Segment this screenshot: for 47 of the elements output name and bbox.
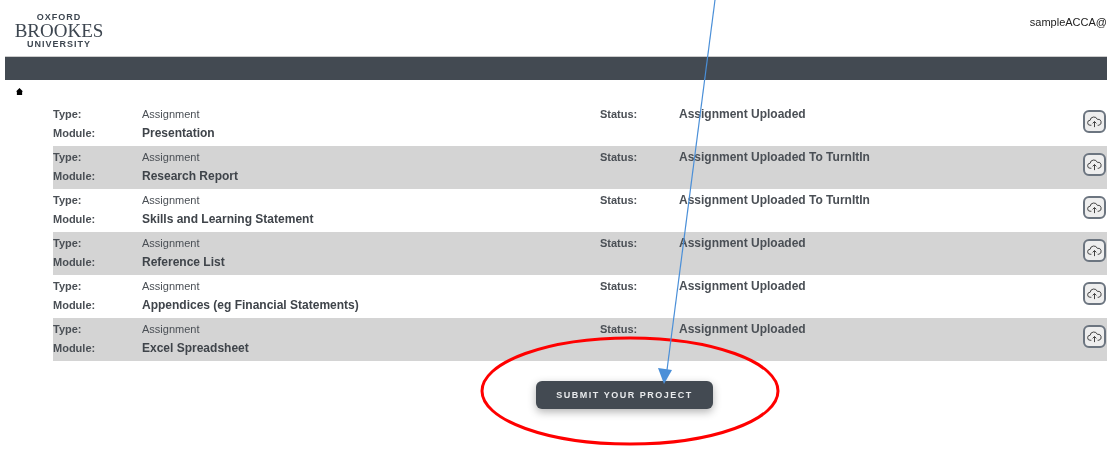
type-label: Type: [53, 150, 83, 163]
module-name: Presentation [142, 125, 216, 140]
cloud-upload-icon [1087, 114, 1102, 128]
type-value: Assignment [142, 322, 201, 335]
upload-button[interactable] [1083, 109, 1106, 133]
upload-button[interactable] [1083, 152, 1106, 176]
module-label: Module: [53, 341, 97, 354]
module-name: Research Report [142, 168, 240, 183]
type-value: Assignment [142, 150, 201, 163]
status-label: Status: [600, 150, 639, 163]
module-label: Module: [53, 169, 97, 182]
upload-button[interactable] [1083, 195, 1106, 219]
home-icon[interactable] [16, 88, 23, 95]
type-label: Type: [53, 279, 83, 292]
type-value: Assignment [142, 193, 201, 206]
cloud-upload-icon [1087, 157, 1102, 171]
module-name: Reference List [142, 254, 226, 269]
module-label: Module: [53, 255, 97, 268]
module-name: Appendices (eg Financial Statements) [142, 297, 360, 312]
status-label: Status: [600, 322, 639, 335]
module-name: Excel Spreadsheet [142, 340, 250, 355]
status-value: Assignment Uploaded [679, 278, 807, 293]
type-label: Type: [53, 236, 83, 249]
type-label: Type: [53, 193, 83, 206]
status-value: Assignment Uploaded [679, 321, 807, 336]
type-label: Type: [53, 322, 83, 335]
module-label: Module: [53, 212, 97, 225]
type-label: Type: [53, 107, 83, 120]
type-value: Assignment [142, 107, 201, 120]
cloud-upload-icon [1087, 286, 1102, 300]
status-label: Status: [600, 107, 639, 120]
cloud-upload-icon [1087, 200, 1102, 214]
upload-button[interactable] [1083, 281, 1106, 305]
module-label: Module: [53, 126, 97, 139]
submit-button[interactable]: SUBMIT YOUR PROJECT [536, 381, 713, 409]
cloud-upload-icon [1087, 243, 1102, 257]
user-email: sampleACCA@ [1029, 16, 1107, 28]
status-label: Status: [600, 236, 639, 249]
type-value: Assignment [142, 279, 201, 292]
module-name: Skills and Learning Statement [142, 211, 315, 226]
upload-button[interactable] [1083, 238, 1106, 262]
cloud-upload-icon [1087, 329, 1102, 343]
module-label: Module: [53, 298, 97, 311]
type-value: Assignment [142, 236, 201, 249]
status-label: Status: [600, 193, 639, 206]
upload-button[interactable] [1083, 324, 1106, 348]
status-label: Status: [600, 279, 639, 292]
